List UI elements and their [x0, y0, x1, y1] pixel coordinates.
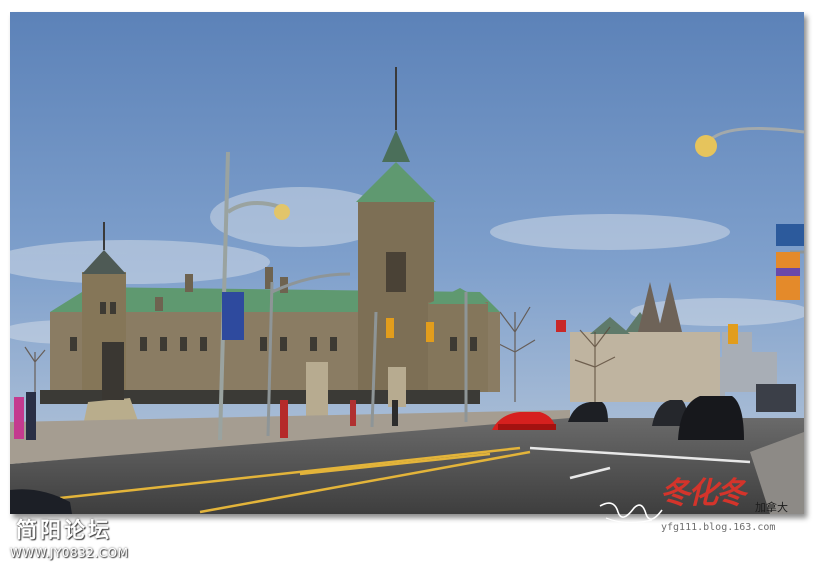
statue: [102, 342, 124, 400]
lamp-globe: [274, 204, 290, 220]
photo: [10, 12, 804, 514]
signature-scribble: [599, 502, 663, 524]
forum-url: WWW.JY0832.COM: [10, 546, 129, 560]
stone-pillar: [306, 362, 328, 420]
bus: [756, 384, 796, 412]
forum-logo: 简阳论坛: [16, 518, 112, 542]
signature-red-calligraphy: 冬化冬: [660, 476, 746, 511]
blog-url: yfg111.blog.163.com: [661, 522, 776, 533]
lamp-globe-right: [695, 135, 717, 157]
canada-flag: [556, 320, 566, 332]
blue-banner: [222, 292, 244, 340]
signature-location: 加拿大: [755, 501, 788, 514]
